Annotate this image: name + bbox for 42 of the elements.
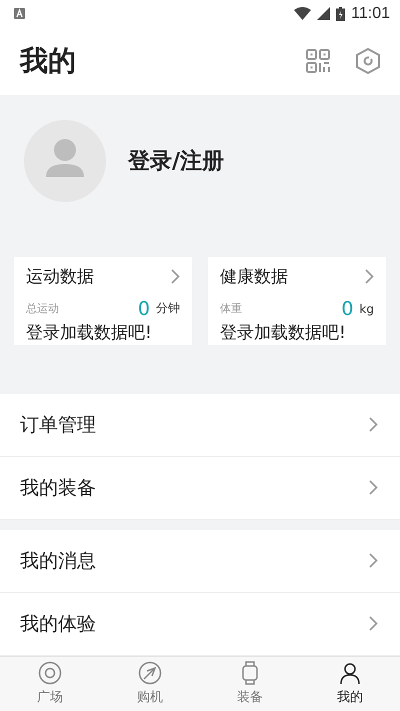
qr-code-icon[interactable]	[306, 49, 330, 73]
clock: 11:01	[351, 4, 390, 23]
metric-unit: kg	[359, 302, 374, 316]
menu-item[interactable]: 我的消息	[0, 530, 400, 593]
chevron-icon	[369, 553, 378, 568]
notification-icon	[14, 8, 25, 20]
metric-value: 0	[138, 298, 150, 320]
metric-label: 总运动	[26, 301, 59, 316]
menu-label: 订单管理	[20, 412, 96, 438]
tab[interactable]: 装备	[200, 656, 300, 711]
chevron-icon	[171, 268, 180, 284]
tab[interactable]: 我的	[300, 656, 400, 711]
target-icon	[38, 661, 62, 686]
menu-label: 我的消息	[20, 548, 96, 574]
card-title: 健康数据	[220, 266, 288, 288]
tab[interactable]: 购机	[100, 656, 200, 711]
metric-label: 体重	[220, 301, 242, 316]
login-prompt: 登录加载数据吧!	[220, 322, 347, 344]
card-title: 运动数据	[26, 266, 94, 288]
menu-label: 我的装备	[20, 476, 96, 501]
menu-item[interactable]: 我的装备	[0, 456, 400, 520]
menu-item[interactable]: 订单管理	[0, 394, 400, 457]
login-prompt: 登录加载数据吧!	[26, 322, 153, 344]
avatar[interactable]	[24, 120, 106, 202]
compass-icon	[138, 661, 162, 686]
person-icon	[338, 661, 362, 686]
tab[interactable]: 广场	[0, 656, 100, 711]
metric-value: 0	[341, 298, 354, 320]
signal-icon	[317, 7, 330, 20]
wifi-icon	[294, 7, 312, 20]
chevron-icon	[369, 616, 378, 632]
chevron-icon	[365, 268, 374, 284]
page-title: 我的	[20, 43, 76, 79]
chevron-icon	[369, 417, 378, 432]
metric-unit: 分钟	[156, 300, 180, 318]
login-link[interactable]: 登录/注册	[128, 146, 224, 176]
data-card[interactable]: 健康数据 体重 0 kg 登录加载数据吧!	[208, 256, 386, 345]
settings-icon[interactable]	[356, 48, 380, 74]
battery-icon	[336, 6, 346, 21]
data-card[interactable]: 运动数据 总运动 0 分钟 登录加载数据吧!	[14, 256, 192, 345]
chevron-icon	[369, 480, 378, 496]
menu-label: 我的体验	[20, 612, 96, 637]
